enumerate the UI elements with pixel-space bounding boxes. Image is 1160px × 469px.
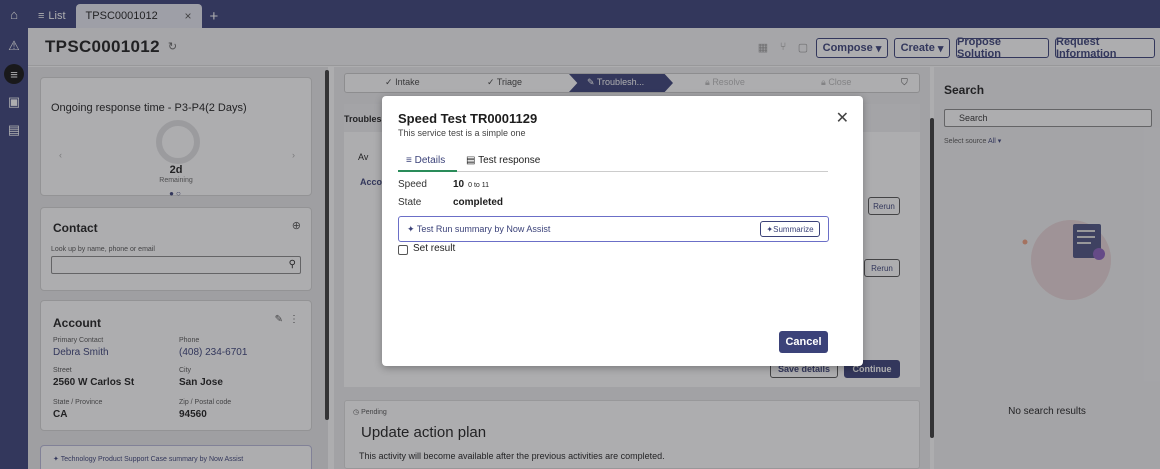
tab-details-label: Details xyxy=(414,155,446,166)
modal-tabs: ≡ Details ▤ Test response xyxy=(398,152,828,172)
assist-label: Test Run summary by Now Assist xyxy=(416,224,551,234)
modal-subtitle: This service test is a simple one xyxy=(398,128,526,138)
speed-value: 10 xyxy=(453,179,465,190)
state-label: State xyxy=(398,197,422,208)
modal-title: Speed Test TR0001129 xyxy=(398,111,538,126)
speed-label: Speed xyxy=(398,179,427,190)
assist-summary: ✦ Test Run summary by Now Assist xyxy=(407,224,550,235)
document-icon: ▤ xyxy=(466,155,476,166)
speed-test-modal: Speed Test TR0001129 This service test i… xyxy=(382,96,863,366)
set-result-checkbox[interactable] xyxy=(398,245,408,255)
state-value: completed xyxy=(453,197,504,208)
tab-test-response-label: Test response xyxy=(478,155,541,166)
cancel-button[interactable]: Cancel xyxy=(779,331,828,353)
tab-test-response[interactable]: ▤ Test response xyxy=(466,155,540,166)
speed-value-group: 10 0 to 11 xyxy=(453,179,489,190)
active-tab-indicator xyxy=(398,170,457,172)
list-icon: ≡ xyxy=(406,155,412,166)
sparkle-icon: ✦ xyxy=(766,224,774,234)
tab-details[interactable]: ≡ Details xyxy=(406,155,445,166)
now-assist-summary: ✦ Test Run summary by Now Assist ✦ Summa… xyxy=(398,216,829,242)
sparkle-icon: ✦ xyxy=(407,224,415,234)
speed-range: 0 to 11 xyxy=(468,182,490,189)
summarize-label: Summarize xyxy=(773,224,814,234)
close-icon[interactable]: ✕ xyxy=(836,108,849,128)
set-result-label[interactable]: Set result xyxy=(413,243,455,254)
summarize-button[interactable]: ✦ Summarize xyxy=(760,221,820,237)
